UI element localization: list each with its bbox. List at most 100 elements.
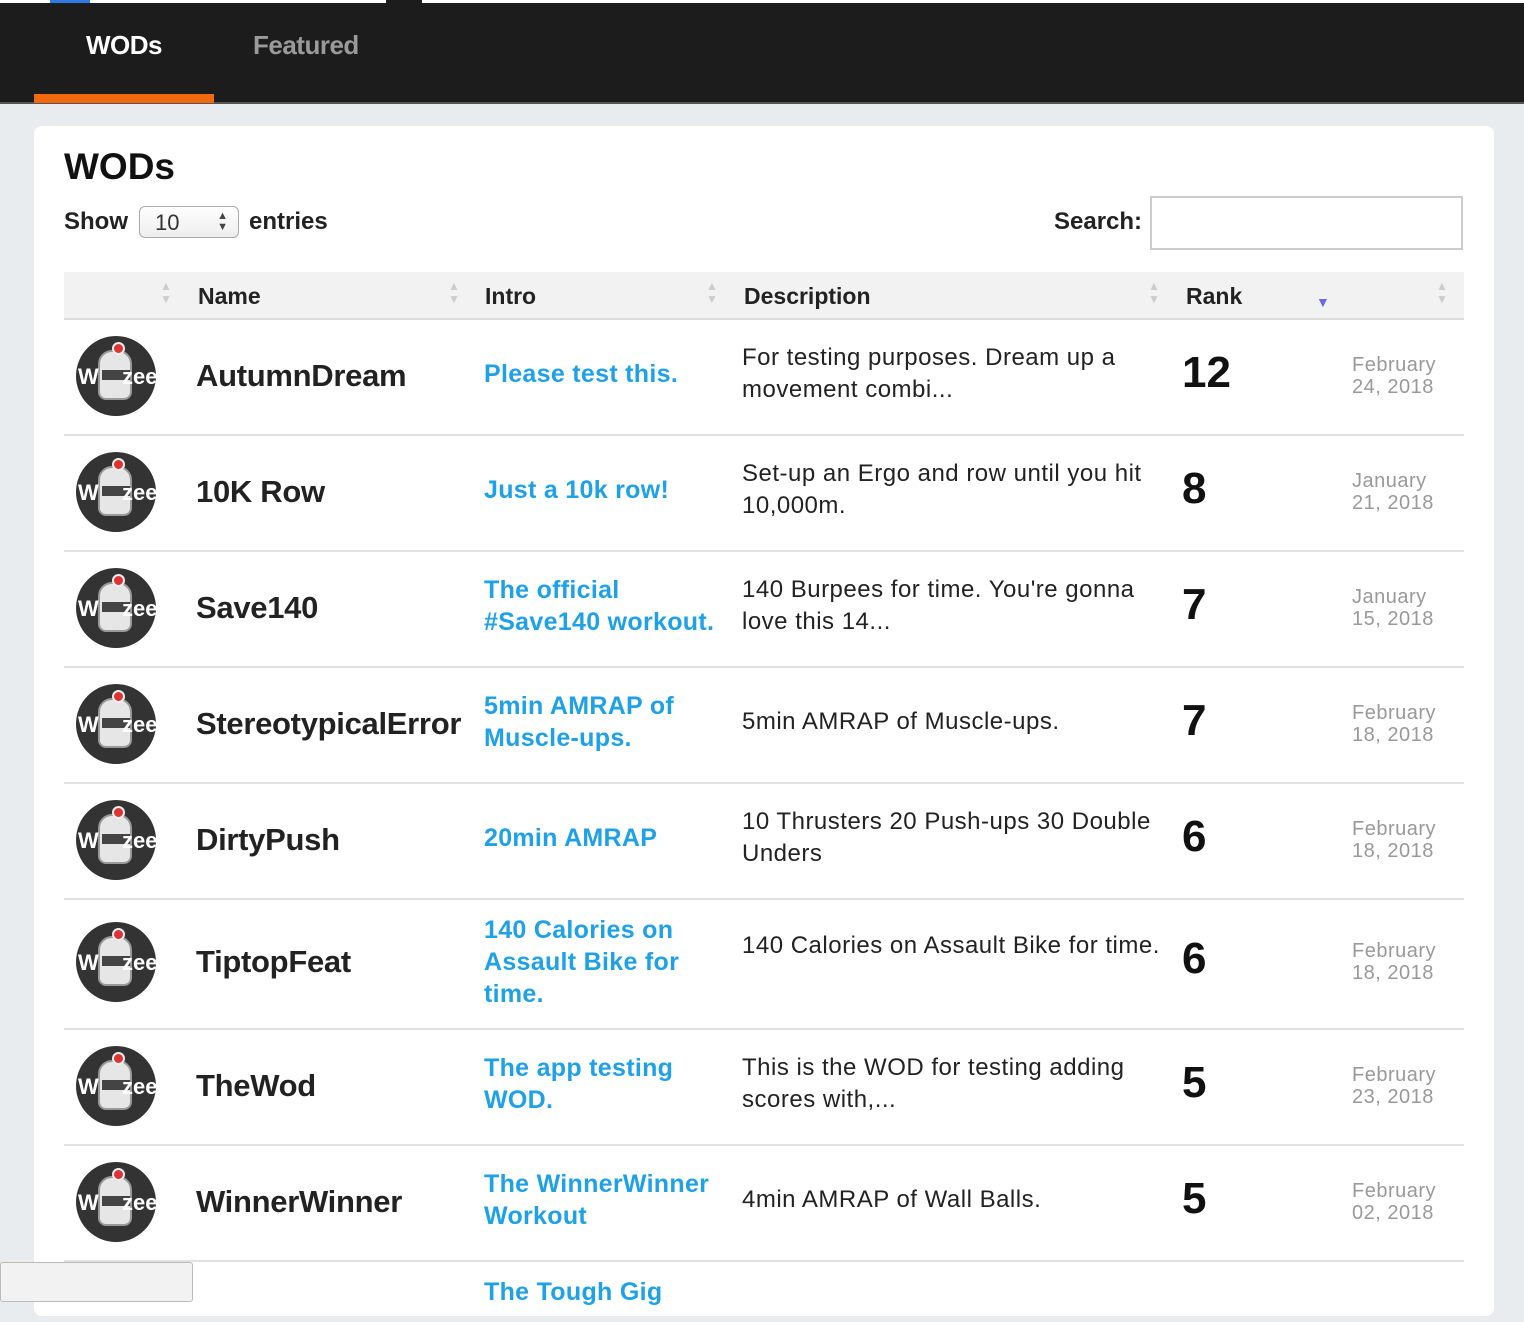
sort-avatar-column-icon[interactable]: ▲ ▼ [160, 280, 172, 306]
search-label: Search: [1054, 208, 1143, 235]
wod-name: DirtyPush [196, 822, 340, 857]
wod-name: TiptopFeat [196, 944, 351, 979]
avatar-dot [112, 1168, 125, 1181]
table-row[interactable]: Wzee TiptopFeat 140 Calories on Assault … [64, 900, 1464, 1030]
wod-description: 140 Burpees for time. You're gonna love … [742, 576, 1135, 635]
avatar-brand: zee [122, 480, 156, 505]
avatar-brand: zee [122, 950, 156, 975]
wod-intro-link[interactable]: The WinnerWinner Workout [484, 1168, 729, 1232]
wod-rank: 12 [1182, 348, 1231, 397]
wod-rank: 7 [1182, 580, 1207, 629]
table-row[interactable]: Wzee DirtyPush 20min AMRAP 10 Thrusters … [64, 784, 1464, 900]
robot-avatar[interactable]: Wzee [76, 922, 156, 1002]
robot-avatar[interactable]: Wzee [76, 1046, 156, 1126]
wod-name: TheWod [196, 1068, 316, 1103]
tab-wods[interactable]: WODs [86, 30, 163, 61]
wod-name: 10K Row [196, 474, 325, 509]
wods-card: WODs Show 10 ▲ ▼ entries Search: ▲ ▼ Name … [34, 126, 1494, 1316]
avatar-letter: W [78, 828, 99, 853]
avatar-dot [112, 806, 125, 819]
wod-intro-link[interactable]: Please test this. [484, 358, 729, 390]
wod-name: Save140 [196, 590, 319, 625]
avatar-brand: zee [122, 1074, 156, 1099]
column-header-name[interactable]: Name [198, 283, 261, 310]
wod-date: February 02, 2018 [1352, 1180, 1437, 1224]
avatar-dot [112, 342, 125, 355]
table-row[interactable]: Wzee 10K Row Just a 10k row! Set-up an E… [64, 436, 1464, 552]
avatar-letter: W [78, 950, 99, 975]
avatar-letter: W [78, 364, 99, 389]
avatar-brand: zee [122, 712, 156, 737]
sort-descending-icon[interactable]: ▼ [1316, 294, 1330, 310]
table-row[interactable]: The Tough Gig [64, 1262, 1464, 1322]
wod-description: For testing purposes. Dream up a movemen… [742, 344, 1116, 403]
wod-date: February 18, 2018 [1352, 818, 1437, 862]
wod-description: 140 Calories on Assault Bike for time. [742, 932, 1160, 959]
wod-date: February 18, 2018 [1352, 940, 1437, 984]
wod-intro-link[interactable]: The Tough Gig [484, 1276, 729, 1308]
bottom-floating-tab[interactable] [0, 1262, 193, 1302]
column-header-intro[interactable]: Intro [485, 283, 536, 310]
avatar-brand: zee [122, 596, 156, 621]
robot-avatar[interactable]: Wzee [76, 336, 156, 416]
sort-name-column-icon[interactable]: ▲ ▼ [448, 280, 460, 306]
avatar-dot [112, 690, 125, 703]
sort-date-column-icon[interactable]: ▲ ▼ [1436, 280, 1448, 306]
wod-rank: 5 [1182, 1174, 1207, 1223]
wod-description: 10 Thrusters 20 Push-ups 30 Double Under… [742, 808, 1151, 867]
top-nav-bar: WODs Featured [0, 0, 1524, 104]
avatar-letter: W [78, 712, 99, 737]
wod-name: WinnerWinner [196, 1184, 402, 1219]
robot-avatar[interactable]: Wzee [76, 568, 156, 648]
table-row[interactable]: Wzee TheWod The app testing WOD. This is… [64, 1030, 1464, 1146]
wod-intro-link[interactable]: The official #Save140 workout. [484, 574, 729, 638]
avatar-brand: zee [122, 1190, 156, 1215]
wod-intro-link[interactable]: 5min AMRAP of Muscle-ups. [484, 690, 729, 754]
avatar-dot [112, 928, 125, 941]
avatar-letter: W [78, 596, 99, 621]
table-header: ▲ ▼ Name ▲ ▼ Intro ▲ ▼ Description ▲ ▼ Rank … [64, 272, 1464, 320]
avatar-letter: W [78, 1074, 99, 1099]
sort-intro-column-icon[interactable]: ▲ ▼ [706, 280, 718, 306]
table-row[interactable]: Wzee StereotypicalError 5min AMRAP of Mu… [64, 668, 1464, 784]
robot-avatar[interactable]: Wzee [76, 800, 156, 880]
avatar-brand: zee [122, 828, 156, 853]
entries-per-page-select[interactable]: 10 ▲ ▼ [139, 206, 239, 238]
avatar-brand: zee [122, 364, 156, 389]
column-header-description[interactable]: Description [744, 283, 871, 310]
robot-avatar[interactable]: Wzee [76, 684, 156, 764]
tab-featured[interactable]: Featured [253, 30, 359, 61]
wod-description: This is the WOD for testing adding score… [742, 1054, 1125, 1113]
wod-description: 5min AMRAP of Muscle-ups. [742, 708, 1060, 735]
browser-edge-accent [50, 0, 90, 3]
select-arrows-icon: ▲ ▼ [217, 210, 228, 233]
avatar-letter: W [78, 480, 99, 505]
wod-date: February 24, 2018 [1352, 354, 1437, 398]
robot-avatar[interactable]: Wzee [76, 452, 156, 532]
page-title: WODs [64, 146, 175, 187]
wod-intro-link[interactable]: Just a 10k row! [484, 474, 729, 506]
wod-intro-link[interactable]: 140 Calories on Assault Bike for time. [484, 914, 729, 1010]
column-header-rank[interactable]: Rank [1186, 283, 1242, 310]
table-row[interactable]: Wzee WinnerWinner The WinnerWinner Worko… [64, 1146, 1464, 1262]
wod-date: January 15, 2018 [1352, 586, 1434, 630]
wod-rank: 8 [1182, 464, 1207, 513]
table-row[interactable]: Wzee AutumnDream Please test this. For t… [64, 320, 1464, 436]
wod-description: Set-up an Ergo and row until you hit 10,… [742, 460, 1142, 519]
wod-rank: 6 [1182, 934, 1207, 983]
search-input[interactable] [1150, 196, 1463, 250]
show-label: Show [64, 208, 128, 235]
wod-name: StereotypicalError [196, 706, 462, 741]
browser-edge-notch [386, 0, 422, 4]
table-row[interactable]: Wzee Save140 The official #Save140 worko… [64, 552, 1464, 668]
sort-description-column-icon[interactable]: ▲ ▼ [1148, 280, 1160, 306]
wod-date: February 23, 2018 [1352, 1064, 1437, 1108]
wod-rank: 5 [1182, 1058, 1207, 1107]
wod-date: February 18, 2018 [1352, 702, 1437, 746]
avatar-dot [112, 1052, 125, 1065]
robot-avatar[interactable]: Wzee [76, 1162, 156, 1242]
wod-intro-link[interactable]: The app testing WOD. [484, 1052, 729, 1116]
browser-edge-line [0, 0, 1524, 3]
active-tab-indicator [34, 94, 214, 103]
wod-intro-link[interactable]: 20min AMRAP [484, 822, 729, 854]
